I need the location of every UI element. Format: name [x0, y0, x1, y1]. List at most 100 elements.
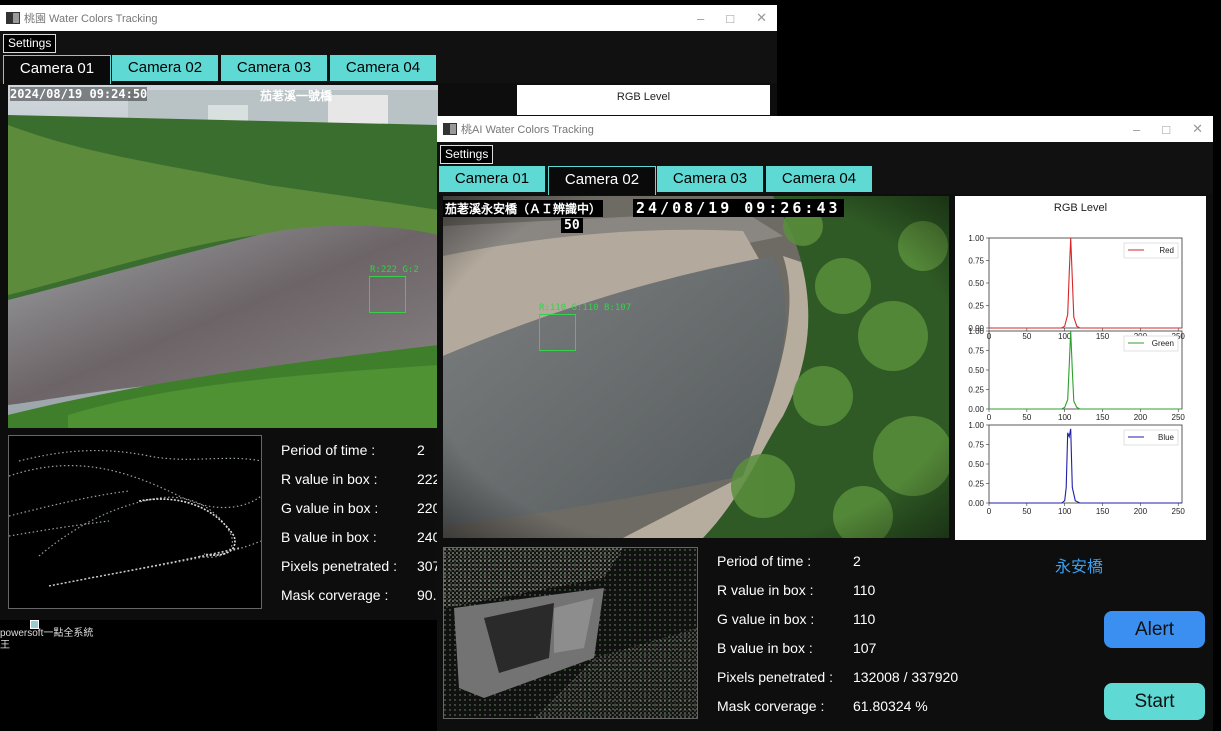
x-tick-label: 200 [1134, 507, 1148, 516]
river-scene-image [443, 196, 949, 538]
rgb-level-title: RGB Level [616, 91, 671, 103]
start-button[interactable]: Start [1104, 683, 1205, 720]
app-icon [443, 123, 457, 135]
legend-label: Green [1152, 339, 1174, 348]
mask-image [444, 548, 697, 718]
y-tick-label: 0.50 [968, 366, 984, 375]
y-tick-label: 1.00 [968, 421, 984, 430]
x-tick-label: 50 [1022, 413, 1031, 422]
stat-value: 61.80324 % [853, 698, 928, 714]
legend-label: Blue [1158, 433, 1175, 442]
x-tick-label: 250 [1172, 413, 1186, 422]
x-tick-label: 50 [1022, 332, 1031, 341]
stat-value: 307 [417, 558, 437, 574]
legend-label: Red [1159, 246, 1174, 255]
speed-overlay: 50 [561, 218, 583, 233]
tab-camera-04[interactable]: Camera 04 [330, 55, 436, 81]
minimize-icon[interactable]: – [1133, 122, 1140, 137]
alert-button[interactable]: Alert [1104, 611, 1205, 648]
y-tick-label: 0.25 [968, 302, 984, 311]
maximize-icon[interactable]: □ [1162, 122, 1170, 137]
x-tick-label: 100 [1058, 413, 1072, 422]
stat-label: G value in box : [281, 500, 379, 516]
y-tick-label: 0.25 [968, 386, 984, 395]
stat-value: 2 [853, 553, 861, 569]
mask-preview [8, 435, 262, 609]
app-icon [6, 12, 20, 24]
x-tick-label: 0 [987, 507, 992, 516]
camera-feed: 2024/08/19 09:24:50 茄荖溪一號橋 R:222 G:2 [8, 85, 438, 428]
y-tick-label: 0.75 [968, 441, 984, 450]
timestamp-overlay: 2024/08/19 09:24:50 [10, 87, 148, 101]
tab-camera-02[interactable]: Camera 02 [112, 55, 218, 81]
stat-label: G value in box : [717, 611, 815, 627]
camera-feed: 茄荖溪永安橋（ＡＩ辨識中） 24/08/19 09:26:43 50 R:110… [443, 196, 949, 538]
settings-button[interactable]: Settings [440, 145, 494, 164]
river-scene-image [8, 85, 438, 428]
y-tick-label: 0.25 [968, 480, 984, 489]
menubar: Settings [437, 142, 1213, 166]
shortcut-label: powersoft一點全系統 王 [0, 628, 94, 651]
x-tick-label: 0 [987, 413, 992, 422]
maximize-icon[interactable]: □ [726, 11, 734, 26]
location-overlay: 茄荖溪永安橋（ＡＩ辨識中） [443, 200, 604, 217]
window-title: 桃園 Water Colors Tracking [24, 13, 158, 25]
x-tick-label: 250 [1172, 507, 1186, 516]
stat-value: 107 [853, 640, 877, 656]
desktop-shortcut[interactable]: powersoft一點全系統 王 [0, 620, 100, 654]
stat-label: B value in box : [717, 640, 813, 656]
tab-camera-04[interactable]: Camera 04 [766, 166, 872, 192]
stat-label: Mask corverage : [717, 698, 825, 714]
stat-value: 2 [417, 442, 425, 458]
settings-button[interactable]: Settings [3, 34, 57, 53]
close-icon[interactable]: ✕ [756, 10, 767, 26]
stat-value: 222 [417, 471, 437, 487]
y-tick-label: 0.00 [968, 499, 984, 508]
rgb-histogram-chart: 0.000.250.500.751.00050100150200250Red0.… [968, 234, 1186, 516]
timestamp-overlay: 24/08/19 09:26:43 [633, 199, 844, 217]
detection-box[interactable] [369, 276, 406, 313]
stat-label: Mask corverage : [281, 587, 389, 603]
x-tick-label: 150 [1096, 413, 1110, 422]
stat-label: R value in box : [281, 471, 378, 487]
stat-value: 90. [417, 587, 437, 603]
stat-label: Period of time : [717, 553, 812, 569]
tab-camera-01[interactable]: Camera 01 [439, 166, 545, 192]
y-tick-label: 0.50 [968, 279, 984, 288]
y-tick-label: 1.00 [968, 234, 984, 243]
x-tick-label: 100 [1058, 507, 1072, 516]
y-tick-label: 0.75 [968, 347, 984, 356]
y-tick-label: 0.75 [968, 257, 984, 266]
close-icon[interactable]: ✕ [1192, 121, 1203, 137]
tab-camera-02[interactable]: Camera 02 [548, 166, 656, 195]
detection-label: R:110 G:110 B:107 [539, 303, 632, 313]
y-tick-label: 0.50 [968, 460, 984, 469]
stat-label: Pixels penetrated : [717, 669, 833, 685]
camera-tabs: Camera 01 Camera 02 Camera 03 Camera 04 [0, 55, 777, 84]
tab-camera-03[interactable]: Camera 03 [657, 166, 763, 192]
bridge-name-label: 永安橋 [1055, 559, 1104, 576]
x-tick-label: 200 [1134, 413, 1148, 422]
detection-label: R:222 G:2 [370, 265, 419, 275]
camera-tabs: Camera 01 Camera 02 Camera 03 Camera 04 [437, 166, 1213, 195]
stat-label: Period of time : [281, 442, 376, 458]
titlebar: 桃園 Water Colors Tracking – □ ✕ [0, 5, 777, 31]
stat-label: B value in box : [281, 529, 377, 545]
minimize-icon[interactable]: – [697, 11, 704, 26]
mask-image [9, 449, 261, 587]
x-tick-label: 50 [1022, 507, 1031, 516]
stat-value: 220 [417, 500, 437, 516]
stat-value: 110 [853, 582, 876, 598]
stat-label: Pixels penetrated : [281, 558, 397, 574]
window-camera02: 桃AI Water Colors Tracking – □ ✕ Settings… [437, 116, 1213, 731]
y-tick-label: 0.00 [968, 405, 984, 414]
rgb-level-panel: RGB Level [517, 85, 770, 115]
stat-value: 132008 / 337920 [853, 669, 959, 685]
tab-camera-01[interactable]: Camera 01 [3, 55, 111, 84]
window-title: 桃AI Water Colors Tracking [461, 124, 594, 136]
detection-box[interactable] [539, 314, 576, 351]
mask-preview [443, 547, 698, 719]
stat-label: R value in box : [717, 582, 814, 598]
x-tick-label: 150 [1096, 507, 1110, 516]
tab-camera-03[interactable]: Camera 03 [221, 55, 327, 81]
